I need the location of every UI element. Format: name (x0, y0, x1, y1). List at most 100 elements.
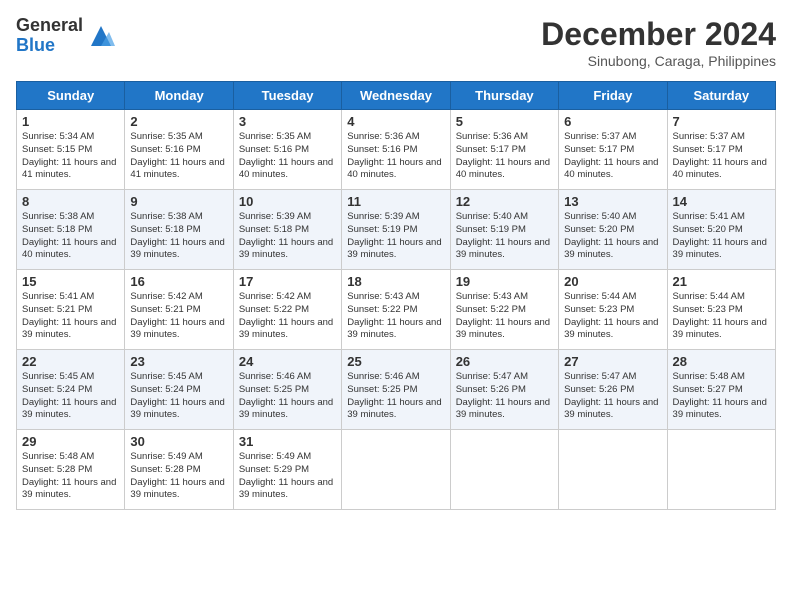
day-info: Sunrise: 5:45 AMSunset: 5:24 PMDaylight:… (22, 371, 119, 422)
calendar-week-3: 15 Sunrise: 5:41 AMSunset: 5:21 PMDayligh… (17, 270, 776, 350)
calendar-cell: 26 Sunrise: 5:47 AMSunset: 5:26 PMDayligh… (450, 350, 558, 430)
weekday-header-sunday: Sunday (17, 82, 125, 110)
weekday-header-monday: Monday (125, 82, 233, 110)
calendar-cell: 11 Sunrise: 5:39 AMSunset: 5:19 PMDayligh… (342, 190, 450, 270)
day-info: Sunrise: 5:46 AMSunset: 5:25 PMDaylight:… (239, 371, 336, 422)
calendar-week-5: 29 Sunrise: 5:48 AMSunset: 5:28 PMDayligh… (17, 430, 776, 510)
calendar-cell: 17Sunrise: 5:42 AMSunset: 5:22 PMDayligh… (233, 270, 341, 350)
day-number: 28 (673, 354, 770, 369)
day-number: 23 (130, 354, 227, 369)
calendar-cell: 22 Sunrise: 5:45 AMSunset: 5:24 PMDayligh… (17, 350, 125, 430)
title-block: December 2024 Sinubong, Caraga, Philippi… (541, 16, 776, 69)
day-number: 25 (347, 354, 444, 369)
day-number: 20 (564, 274, 661, 289)
calendar-cell: 27 Sunrise: 5:47 AMSunset: 5:26 PMDayligh… (559, 350, 667, 430)
day-number: 19 (456, 274, 553, 289)
weekday-header-saturday: Saturday (667, 82, 775, 110)
day-info: Sunrise: 5:45 AMSunset: 5:24 PMDaylight:… (130, 371, 227, 422)
day-info: Sunrise: 5:41 AMSunset: 5:20 PMDaylight:… (673, 211, 770, 262)
day-info: Sunrise: 5:48 AMSunset: 5:27 PMDaylight:… (673, 371, 770, 422)
day-number: 4 (347, 114, 444, 129)
calendar-cell: 16Sunrise: 5:42 AMSunset: 5:21 PMDayligh… (125, 270, 233, 350)
calendar-cell: 14 Sunrise: 5:41 AMSunset: 5:20 PMDayligh… (667, 190, 775, 270)
calendar-cell: 19 Sunrise: 5:43 AMSunset: 5:22 PMDayligh… (450, 270, 558, 350)
day-number: 26 (456, 354, 553, 369)
calendar-cell: 12Sunrise: 5:40 AMSunset: 5:19 PMDayligh… (450, 190, 558, 270)
day-number: 18 (347, 274, 444, 289)
day-info: Sunrise: 5:40 AMSunset: 5:20 PMDaylight:… (564, 211, 661, 262)
day-info: Sunrise: 5:35 AMSunset: 5:16 PMDaylight:… (130, 131, 227, 182)
day-number: 24 (239, 354, 336, 369)
calendar-cell (559, 430, 667, 510)
day-info: Sunrise: 5:44 AMSunset: 5:23 PMDaylight:… (564, 291, 661, 342)
day-number: 9 (130, 194, 227, 209)
calendar-cell: 6Sunrise: 5:37 AMSunset: 5:17 PMDaylight… (559, 110, 667, 190)
day-number: 30 (130, 434, 227, 449)
calendar-cell: 29 Sunrise: 5:48 AMSunset: 5:28 PMDayligh… (17, 430, 125, 510)
day-number: 2 (130, 114, 227, 129)
calendar-cell: 21 Sunrise: 5:44 AMSunset: 5:23 PMDayligh… (667, 270, 775, 350)
day-number: 10 (239, 194, 336, 209)
calendar-cell: 28 Sunrise: 5:48 AMSunset: 5:27 PMDayligh… (667, 350, 775, 430)
location-subtitle: Sinubong, Caraga, Philippines (541, 53, 776, 69)
calendar-cell: 31Sunrise: 5:49 AMSunset: 5:29 PMDayligh… (233, 430, 341, 510)
day-number: 5 (456, 114, 553, 129)
day-number: 1 (22, 114, 119, 129)
calendar-cell: 30 Sunrise: 5:49 AMSunset: 5:28 PMDayligh… (125, 430, 233, 510)
day-info: Sunrise: 5:44 AMSunset: 5:23 PMDaylight:… (673, 291, 770, 342)
weekday-header-wednesday: Wednesday (342, 82, 450, 110)
calendar-cell: 20 Sunrise: 5:44 AMSunset: 5:23 PMDayligh… (559, 270, 667, 350)
day-info: Sunrise: 5:37 AMSunset: 5:17 PMDaylight:… (673, 131, 770, 182)
day-info: Sunrise: 5:42 AMSunset: 5:21 PMDaylight:… (130, 291, 227, 342)
day-info: Sunrise: 5:38 AMSunset: 5:18 PMDaylight:… (22, 211, 119, 262)
day-info: Sunrise: 5:47 AMSunset: 5:26 PMDaylight:… (456, 371, 553, 422)
day-info: Sunrise: 5:36 AMSunset: 5:17 PMDaylight:… (456, 131, 553, 182)
calendar-cell: 13Sunrise: 5:40 AMSunset: 5:20 PMDayligh… (559, 190, 667, 270)
calendar-cell: 15 Sunrise: 5:41 AMSunset: 5:21 PMDayligh… (17, 270, 125, 350)
day-number: 22 (22, 354, 119, 369)
day-info: Sunrise: 5:43 AMSunset: 5:22 PMDaylight:… (456, 291, 553, 342)
day-info: Sunrise: 5:47 AMSunset: 5:26 PMDaylight:… (564, 371, 661, 422)
calendar-cell: 4Sunrise: 5:36 AMSunset: 5:16 PMDaylight… (342, 110, 450, 190)
page-header: General Blue December 2024 Sinubong, Car… (16, 16, 776, 69)
day-info: Sunrise: 5:35 AMSunset: 5:16 PMDaylight:… (239, 131, 336, 182)
day-number: 11 (347, 194, 444, 209)
day-number: 27 (564, 354, 661, 369)
day-number: 8 (22, 194, 119, 209)
calendar-table: SundayMondayTuesdayWednesdayThursdayFrid… (16, 81, 776, 510)
day-number: 29 (22, 434, 119, 449)
logo-general-text: General (16, 16, 83, 36)
logo-blue-text: Blue (16, 36, 83, 56)
calendar-cell (667, 430, 775, 510)
day-info: Sunrise: 5:49 AMSunset: 5:28 PMDaylight:… (130, 451, 227, 502)
calendar-cell: 9 Sunrise: 5:38 AMSunset: 5:18 PMDaylight… (125, 190, 233, 270)
day-number: 21 (673, 274, 770, 289)
calendar-cell (342, 430, 450, 510)
day-info: Sunrise: 5:34 AMSunset: 5:15 PMDaylight:… (22, 131, 119, 182)
day-info: Sunrise: 5:48 AMSunset: 5:28 PMDaylight:… (22, 451, 119, 502)
day-number: 15 (22, 274, 119, 289)
day-info: Sunrise: 5:41 AMSunset: 5:21 PMDaylight:… (22, 291, 119, 342)
weekday-header-thursday: Thursday (450, 82, 558, 110)
day-number: 31 (239, 434, 336, 449)
day-info: Sunrise: 5:39 AMSunset: 5:19 PMDaylight:… (347, 211, 444, 262)
day-info: Sunrise: 5:42 AMSunset: 5:22 PMDaylight:… (239, 291, 336, 342)
calendar-cell: 23 Sunrise: 5:45 AMSunset: 5:24 PMDayligh… (125, 350, 233, 430)
logo: General Blue (16, 16, 115, 56)
day-info: Sunrise: 5:40 AMSunset: 5:19 PMDaylight:… (456, 211, 553, 262)
calendar-cell: 24 Sunrise: 5:46 AMSunset: 5:25 PMDayligh… (233, 350, 341, 430)
calendar-cell (450, 430, 558, 510)
logo-icon (87, 22, 115, 50)
day-number: 14 (673, 194, 770, 209)
day-info: Sunrise: 5:38 AMSunset: 5:18 PMDaylight:… (130, 211, 227, 262)
calendar-cell: 5 Sunrise: 5:36 AMSunset: 5:17 PMDaylight… (450, 110, 558, 190)
weekday-header-tuesday: Tuesday (233, 82, 341, 110)
calendar-cell: 25 Sunrise: 5:46 AMSunset: 5:25 PMDayligh… (342, 350, 450, 430)
day-info: Sunrise: 5:39 AMSunset: 5:18 PMDaylight:… (239, 211, 336, 262)
day-number: 3 (239, 114, 336, 129)
day-info: Sunrise: 5:43 AMSunset: 5:22 PMDaylight:… (347, 291, 444, 342)
calendar-cell: 1 Sunrise: 5:34 AMSunset: 5:15 PMDaylight… (17, 110, 125, 190)
day-info: Sunrise: 5:46 AMSunset: 5:25 PMDaylight:… (347, 371, 444, 422)
day-info: Sunrise: 5:37 AMSunset: 5:17 PMDaylight:… (564, 131, 661, 182)
calendar-week-2: 8 Sunrise: 5:38 AMSunset: 5:18 PMDaylight… (17, 190, 776, 270)
